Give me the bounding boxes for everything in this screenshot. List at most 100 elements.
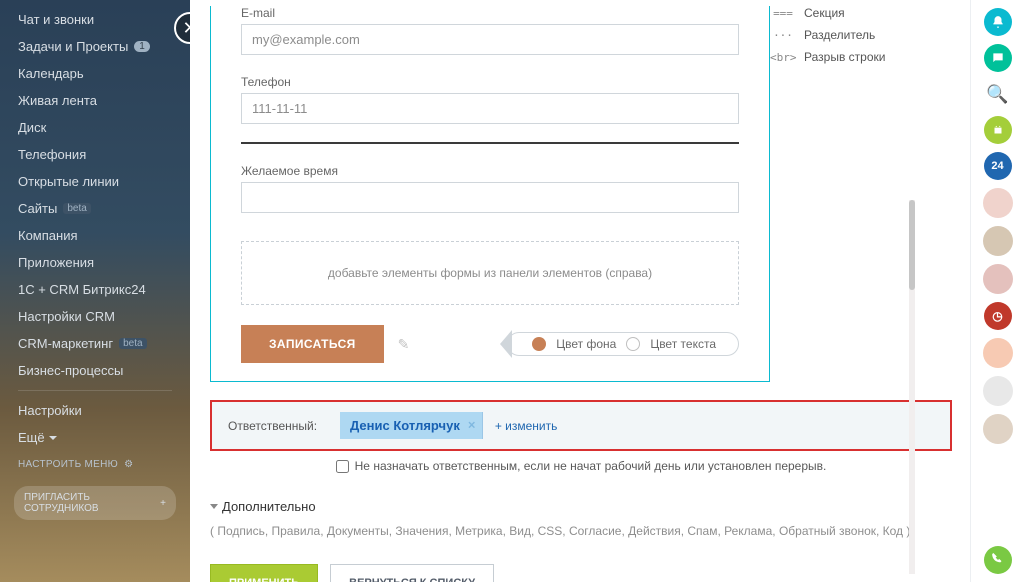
nav-label: Живая лента [18, 93, 97, 108]
nav-chat[interactable]: Чат и звонки [0, 6, 190, 33]
nav-label: Компания [18, 228, 78, 243]
elements-panel: === Секция ··· Разделитель <br> Разрыв стро… [770, 2, 940, 68]
time-label: Желаемое время [241, 164, 739, 178]
responsible-checkbox-label: Не назначать ответственным, если не нача… [355, 459, 827, 473]
nav-label: CRM-маркетинг [18, 336, 113, 351]
invite-button[interactable]: ПРИГЛАСИТЬ СОТРУДНИКОВ + [14, 486, 176, 520]
tune-label: НАСТРОИТЬ МЕНЮ [18, 459, 118, 470]
beta-badge: beta [63, 203, 90, 214]
pencil-icon[interactable]: ✎ [398, 336, 410, 353]
responsible-name: Денис Котлярчук [350, 418, 460, 433]
responsible-checkbox[interactable] [336, 460, 349, 473]
bitrix24-red-icon[interactable]: ◷ [984, 302, 1012, 330]
nav-label: Чат и звонки [18, 12, 94, 27]
separator-icon: ··· [770, 29, 796, 42]
main-content: === Секция ··· Разделитель <br> Разрыв стро… [190, 0, 970, 582]
element-separator[interactable]: ··· Разделитель [770, 24, 940, 46]
chat-icon[interactable] [984, 44, 1012, 72]
element-linebreak[interactable]: <br> Разрыв строки [770, 46, 940, 68]
color-picker[interactable]: Цвет фона Цвет текста [507, 332, 739, 356]
nav-settings[interactable]: Настройки [0, 397, 190, 424]
dropzone-text: добавьте элементы формы из панели элемен… [328, 266, 652, 280]
nav-crm-marketing[interactable]: CRM-маркетинг beta [0, 330, 190, 357]
br-icon: <br> [770, 51, 796, 64]
nav-openlines[interactable]: Открытые линии [0, 168, 190, 195]
nav-bp[interactable]: Бизнес-процессы [0, 357, 190, 384]
bitrix24-icon[interactable]: 24 [984, 152, 1012, 180]
submit-button[interactable]: ЗАПИСАТЬСЯ [241, 325, 384, 363]
email-input[interactable] [241, 24, 739, 55]
avatar[interactable] [983, 338, 1013, 368]
nav-label: 1С + CRM Битрикс24 [18, 282, 146, 297]
nav-apps[interactable]: Приложения [0, 249, 190, 276]
apply-button[interactable]: ПРИМЕНИТЬ [210, 564, 318, 582]
additional-links: ( Подпись, Правила, Документы, Значения,… [210, 524, 910, 538]
footer-buttons: ПРИМЕНИТЬ ВЕРНУТЬСЯ К СПИСКУ [210, 564, 950, 582]
nav-calendar[interactable]: Календарь [0, 60, 190, 87]
nav-label: Диск [18, 120, 46, 135]
nav-label: Ещё [18, 430, 45, 445]
additional-toggle[interactable]: Дополнительно [210, 499, 316, 514]
left-sidebar: ✕ Чат и звонки Задачи и Проекты1 Календа… [0, 0, 190, 582]
tune-menu-button[interactable]: НАСТРОИТЬ МЕНЮ ⚙ [0, 451, 190, 478]
section-icon: === [770, 7, 796, 20]
element-label: Разрыв строки [804, 50, 885, 64]
nav-1c-crm[interactable]: 1С + CRM Битрикс24 [0, 276, 190, 303]
nav-badge: 1 [134, 41, 150, 52]
scrollbar-track[interactable] [909, 200, 915, 574]
nav-crm-settings[interactable]: Настройки CRM [0, 303, 190, 330]
form-dropzone[interactable]: добавьте элементы формы из панели элемен… [241, 241, 739, 305]
back-button[interactable]: ВЕРНУТЬСЯ К СПИСКУ [330, 564, 494, 582]
form-builder-box: E-mail Телефон Желаемое время добавьте э… [210, 6, 770, 382]
additional-section: Дополнительно ( Подпись, Правила, Докуме… [210, 499, 952, 538]
element-label: Разделитель [804, 28, 875, 42]
change-responsible-link[interactable]: + изменить [495, 419, 558, 433]
nav-label: Приложения [18, 255, 94, 270]
avatar[interactable] [983, 414, 1013, 444]
android-icon[interactable] [984, 116, 1012, 144]
responsible-label: Ответственный: [228, 419, 328, 433]
avatar[interactable] [983, 376, 1013, 406]
additional-label: Дополнительно [222, 499, 316, 514]
time-input[interactable] [241, 182, 739, 213]
nav-label: Телефония [18, 147, 86, 162]
search-icon[interactable]: 🔍 [984, 80, 1012, 108]
nav-label: Настройки CRM [18, 309, 115, 324]
plus-icon: + [160, 498, 166, 509]
avatar[interactable] [983, 188, 1013, 218]
form-separator [241, 142, 739, 144]
element-label: Секция [804, 6, 845, 20]
nav-label: Настройки [18, 403, 82, 418]
nav-tasks[interactable]: Задачи и Проекты1 [0, 33, 190, 60]
responsible-box: Ответственный: Денис Котлярчук ✕ + измен… [210, 400, 952, 451]
right-rail: 🔍 24 ◷ [970, 0, 1024, 582]
nav-feed[interactable]: Живая лента [0, 87, 190, 114]
responsible-chip[interactable]: Денис Котлярчук ✕ [340, 412, 483, 439]
nav-label: Открытые линии [18, 174, 119, 189]
text-color-label: Цвет текста [650, 337, 716, 351]
remove-chip-icon[interactable]: ✕ [467, 420, 475, 431]
nav-label: Календарь [18, 66, 84, 81]
phone-icon[interactable] [984, 546, 1012, 574]
invite-label: ПРИГЛАСИТЬ СОТРУДНИКОВ [24, 492, 154, 514]
bg-color-swatch[interactable] [532, 337, 546, 351]
nav-sites[interactable]: Сайты beta [0, 195, 190, 222]
nav-label: Бизнес-процессы [18, 363, 123, 378]
element-section[interactable]: === Секция [770, 2, 940, 24]
text-color-swatch[interactable] [626, 337, 640, 351]
nav-company[interactable]: Компания [0, 222, 190, 249]
avatar[interactable] [983, 226, 1013, 256]
avatar[interactable] [983, 264, 1013, 294]
beta-badge: beta [119, 338, 146, 349]
scrollbar-thumb[interactable] [909, 200, 915, 290]
bell-icon[interactable] [984, 8, 1012, 36]
phone-label: Телефон [241, 75, 739, 89]
nav-more[interactable]: Ещё [0, 424, 190, 451]
nav-label: Сайты [18, 201, 57, 216]
nav-disk[interactable]: Диск [0, 114, 190, 141]
phone-input[interactable] [241, 93, 739, 124]
email-label: E-mail [241, 6, 739, 20]
responsible-option-row: Не назначать ответственным, если не нача… [210, 459, 952, 473]
nav-telephony[interactable]: Телефония [0, 141, 190, 168]
gear-icon: ⚙ [124, 459, 133, 470]
